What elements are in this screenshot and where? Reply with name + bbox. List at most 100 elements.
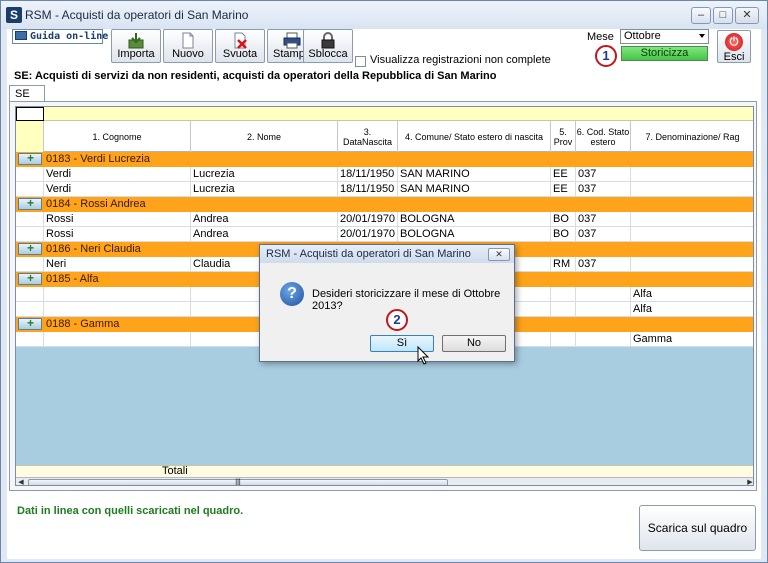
- table-cell[interactable]: [44, 332, 191, 347]
- table-cell[interactable]: 20/01/1970: [338, 212, 398, 227]
- scroll-left-icon[interactable]: ◀: [16, 479, 26, 485]
- table-cell[interactable]: Rossi: [44, 227, 191, 242]
- app-icon: S: [6, 7, 22, 23]
- table-cell[interactable]: Rossi: [44, 212, 191, 227]
- sblocca-label: Sblocca: [308, 48, 348, 60]
- table-cell[interactable]: BO: [551, 227, 576, 242]
- table-cell[interactable]: 20/01/1970: [338, 227, 398, 242]
- table-cell[interactable]: BOLOGNA: [398, 212, 551, 227]
- table-row[interactable]: Verdi Lucrezia 18/11/1950 SAN MARINO EE 037: [16, 182, 753, 197]
- row-handle[interactable]: [16, 167, 44, 182]
- table-cell[interactable]: RM: [551, 257, 576, 272]
- table-cell[interactable]: EE: [551, 182, 576, 197]
- row-handle[interactable]: [16, 302, 44, 317]
- table-cell[interactable]: SAN MARINO: [398, 167, 551, 182]
- table-cell[interactable]: BOLOGNA: [398, 227, 551, 242]
- table-cell[interactable]: [44, 302, 191, 317]
- table-row[interactable]: Verdi Lucrezia 18/11/1950 SAN MARINO EE 037: [16, 167, 753, 182]
- totals-row: Totali: [16, 465, 753, 477]
- table-cell[interactable]: [576, 287, 631, 302]
- table-cell[interactable]: Andrea: [191, 227, 338, 242]
- column-header[interactable]: 2. Nome: [191, 121, 338, 152]
- column-header[interactable]: 5. Prov: [551, 121, 576, 152]
- row-handle[interactable]: [16, 257, 44, 272]
- dialog-close-icon[interactable]: ✕: [488, 248, 510, 261]
- monitor-icon: [15, 31, 27, 40]
- window-title: RSM - Acquisti da operatori di San Marin…: [25, 8, 249, 22]
- table-cell[interactable]: [551, 302, 576, 317]
- column-header[interactable]: 1. Cognome: [44, 121, 191, 152]
- row-handle[interactable]: [16, 212, 44, 227]
- table-cell[interactable]: Lucrezia: [191, 167, 338, 182]
- help-online-button[interactable]: Guida on-line: [12, 29, 108, 44]
- column-header[interactable]: 4. Comune/ Stato estero di nascita: [398, 121, 551, 152]
- table-cell[interactable]: [551, 332, 576, 347]
- esci-button[interactable]: ⏻ Esci: [717, 30, 751, 63]
- row-handle[interactable]: [16, 287, 44, 302]
- table-cell[interactable]: [631, 257, 753, 272]
- expand-icon[interactable]: [18, 151, 42, 165]
- table-row[interactable]: Rossi Andrea 20/01/1970 BOLOGNA BO 037: [16, 212, 753, 227]
- table-cell[interactable]: [631, 227, 753, 242]
- column-header[interactable]: 6. Cod. Stato estero: [576, 121, 631, 152]
- table-row[interactable]: Rossi Andrea 20/01/1970 BOLOGNA BO 037: [16, 227, 753, 242]
- table-cell[interactable]: 037: [576, 257, 631, 272]
- column-header[interactable]: 7. Denominazione/ Rag: [631, 121, 753, 152]
- table-cell[interactable]: Neri: [44, 257, 191, 272]
- mese-select[interactable]: Ottobre: [620, 29, 709, 44]
- table-cell[interactable]: BO: [551, 212, 576, 227]
- group-title: 0186 - Neri Claudia: [46, 243, 141, 255]
- horizontal-scrollbar[interactable]: ◀ ||| ▶: [16, 477, 753, 485]
- tab-se[interactable]: SE: [9, 85, 45, 102]
- table-cell[interactable]: Andrea: [191, 212, 338, 227]
- group-row[interactable]: 0184 - Rossi Andrea: [16, 196, 753, 212]
- svuota-button[interactable]: Svuota: [215, 29, 265, 63]
- expand-icon[interactable]: [18, 316, 42, 330]
- table-cell[interactable]: [631, 182, 753, 197]
- table-cell[interactable]: Verdi: [44, 167, 191, 182]
- table-cell[interactable]: Alfa: [631, 287, 753, 302]
- table-cell[interactable]: Alfa: [631, 302, 753, 317]
- storicizza-button[interactable]: Storicizza: [621, 46, 708, 61]
- group-row[interactable]: 0183 - Verdi Lucrezia: [16, 151, 753, 167]
- row-handle[interactable]: [16, 182, 44, 197]
- expand-icon[interactable]: [18, 271, 42, 285]
- importa-button[interactable]: Importa: [111, 29, 161, 63]
- row-handle[interactable]: [16, 227, 44, 242]
- table-cell[interactable]: [576, 302, 631, 317]
- expand-icon[interactable]: [18, 241, 42, 255]
- table-cell[interactable]: Verdi: [44, 182, 191, 197]
- show-incomplete-checkbox[interactable]: [355, 56, 366, 67]
- dialog-title: RSM - Acquisti da operatori di San Marin…: [260, 245, 514, 263]
- table-cell[interactable]: [576, 332, 631, 347]
- table-cell[interactable]: 037: [576, 167, 631, 182]
- table-cell[interactable]: [631, 212, 753, 227]
- minimize-button[interactable]: –: [691, 7, 711, 24]
- table-cell[interactable]: Lucrezia: [191, 182, 338, 197]
- close-window-button[interactable]: ✕: [735, 7, 759, 24]
- table-cell[interactable]: [44, 287, 191, 302]
- table-cell[interactable]: EE: [551, 167, 576, 182]
- mouse-cursor-icon: [417, 346, 430, 365]
- nuovo-button[interactable]: Nuovo: [163, 29, 213, 63]
- scroll-thumb[interactable]: |||: [28, 479, 448, 485]
- table-cell[interactable]: 037: [576, 227, 631, 242]
- column-header[interactable]: 3. DataNascita: [338, 121, 398, 152]
- table-cell[interactable]: 037: [576, 212, 631, 227]
- table-cell[interactable]: 037: [576, 182, 631, 197]
- table-cell[interactable]: [631, 167, 753, 182]
- table-cell[interactable]: [551, 287, 576, 302]
- sblocca-button[interactable]: Sblocca: [303, 29, 353, 63]
- scarica-button[interactable]: Scarica sul quadro: [639, 505, 756, 551]
- no-button[interactable]: No: [442, 335, 506, 352]
- grid-selector-cell[interactable]: [16, 107, 44, 121]
- table-cell[interactable]: 18/11/1950: [338, 182, 398, 197]
- expand-icon[interactable]: [18, 196, 42, 210]
- table-cell[interactable]: Gamma: [631, 332, 753, 347]
- esci-label: Esci: [723, 51, 745, 63]
- table-cell[interactable]: 18/11/1950: [338, 167, 398, 182]
- table-cell[interactable]: SAN MARINO: [398, 182, 551, 197]
- row-handle[interactable]: [16, 332, 44, 347]
- maximize-button[interactable]: □: [713, 7, 733, 24]
- scroll-right-icon[interactable]: ▶: [745, 479, 753, 485]
